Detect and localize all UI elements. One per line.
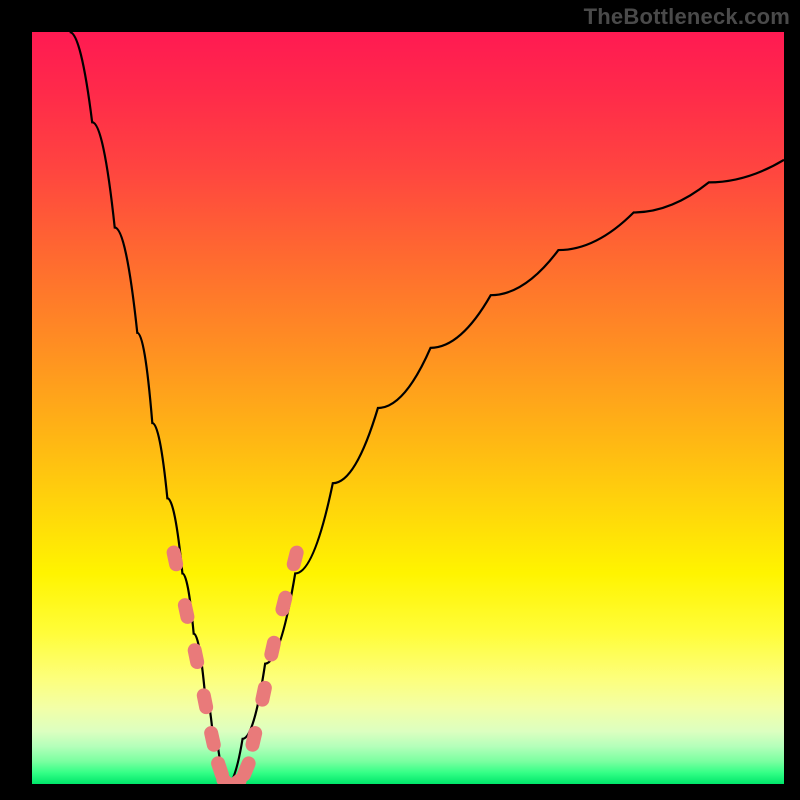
curve-layer [32,32,784,784]
data-marker [196,687,215,715]
right-branch-curve [228,160,784,784]
data-marker [254,680,273,708]
chart-frame: TheBottleneck.com [0,0,800,800]
data-marker [203,725,222,753]
data-marker [165,544,184,572]
data-marker [263,634,282,662]
data-marker [177,597,196,625]
plot-area [32,32,784,784]
left-branch-curve [70,32,228,784]
data-marker [186,642,205,670]
data-marker [244,725,263,753]
watermark-text: TheBottleneck.com [584,4,790,30]
data-marker [285,544,305,573]
data-marker [274,589,294,618]
